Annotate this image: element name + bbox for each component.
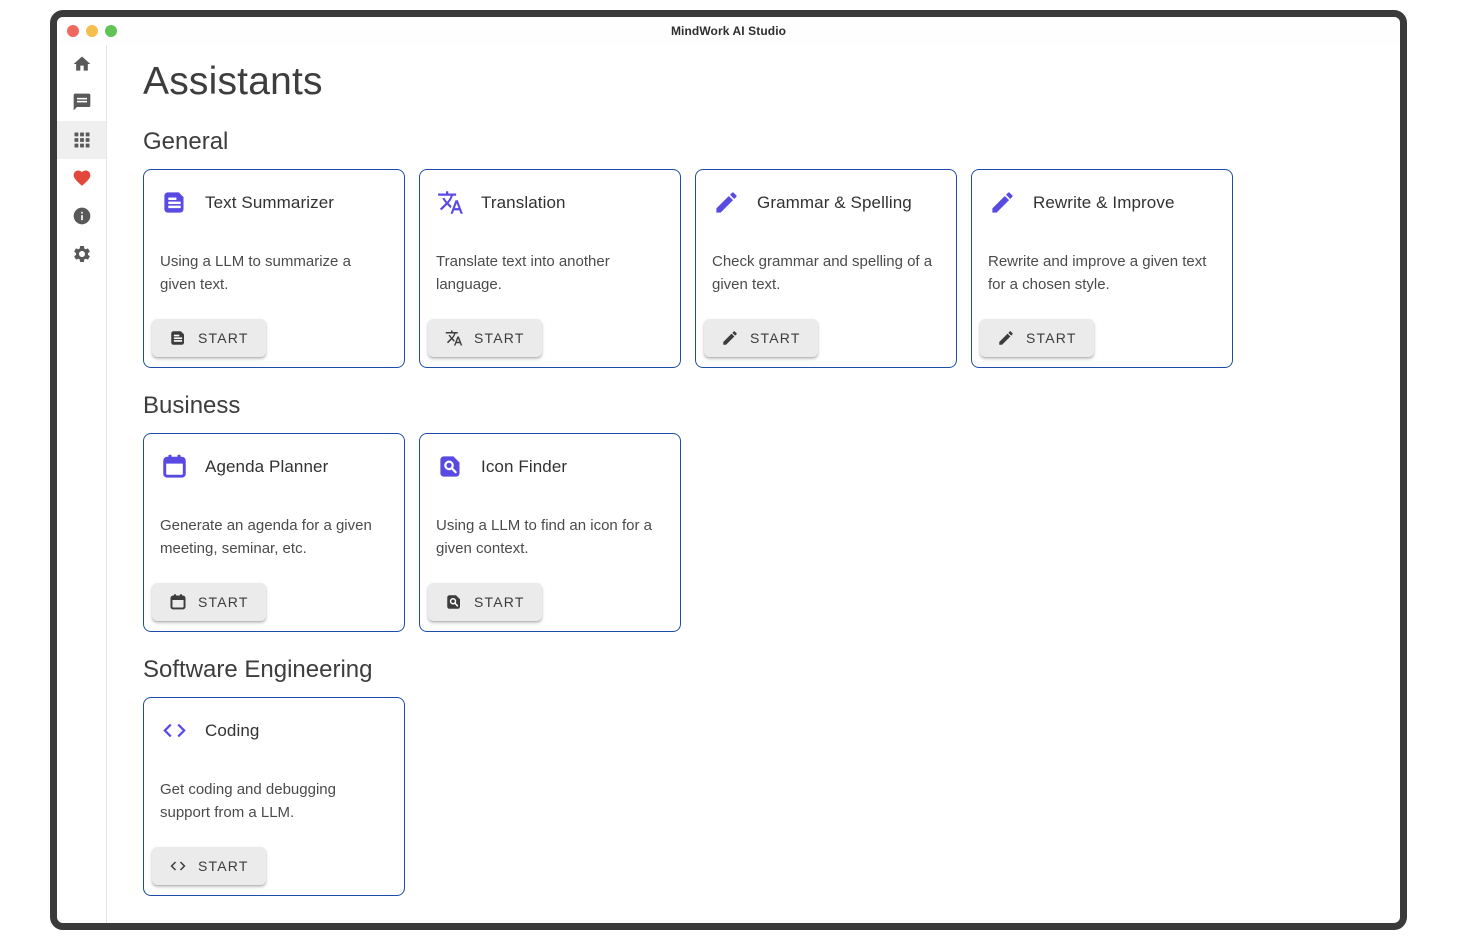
start-button-label: START	[474, 330, 525, 346]
card-description: Using a LLM to find an icon for a given …	[436, 514, 664, 560]
sidebar-item-favorites[interactable]	[57, 159, 106, 197]
assistant-card[interactable]: Agenda Planner Generate an agenda for a …	[143, 433, 405, 632]
info-icon	[72, 206, 92, 226]
card-description: Get coding and debugging support from a …	[160, 778, 388, 824]
sidebar-item-about[interactable]	[57, 197, 106, 235]
window-title: MindWork AI Studio	[57, 24, 1400, 38]
start-button-label: START	[750, 330, 801, 346]
page-title: Assistants	[143, 60, 1400, 104]
traffic-lights	[67, 17, 117, 45]
main-content: Assistants General Text Summarizer Using…	[107, 45, 1400, 923]
assistant-card[interactable]: Grammar & Spelling Check grammar and spe…	[695, 169, 957, 368]
apps-grid-icon	[72, 130, 92, 150]
start-button-label: START	[198, 858, 249, 874]
card-title: Grammar & Spelling	[757, 193, 912, 213]
card-title: Icon Finder	[481, 457, 567, 477]
sidebar-item-settings[interactable]	[57, 235, 106, 273]
card-header: Grammar & Spelling	[713, 189, 942, 216]
card-description: Generate an agenda for a given meeting, …	[160, 514, 388, 560]
start-button[interactable]: START	[428, 319, 542, 357]
card-row: Text Summarizer Using a LLM to summarize…	[143, 169, 1400, 368]
start-button[interactable]: START	[980, 319, 1094, 357]
sidebar	[57, 45, 107, 923]
document-icon	[169, 329, 187, 347]
sidebar-item-chats[interactable]	[57, 83, 106, 121]
card-title: Translation	[481, 193, 566, 213]
heart-icon	[72, 168, 92, 188]
calendar-icon	[169, 593, 187, 611]
assistant-card[interactable]: Text Summarizer Using a LLM to summarize…	[143, 169, 405, 368]
code-icon	[161, 717, 188, 744]
code-icon	[169, 857, 187, 875]
card-row: Agenda Planner Generate an agenda for a …	[143, 433, 1400, 632]
card-title: Coding	[205, 721, 259, 741]
card-row: Coding Get coding and debugging support …	[143, 697, 1400, 896]
card-header: Text Summarizer	[161, 189, 390, 216]
card-description: Check grammar and spelling of a given te…	[712, 250, 940, 296]
pencil-icon	[713, 189, 740, 216]
minimize-window-button[interactable]	[86, 25, 98, 37]
pencil-icon	[997, 329, 1015, 347]
section-heading: Software Engineering	[143, 656, 1400, 684]
home-icon	[72, 54, 92, 74]
start-button-label: START	[474, 594, 525, 610]
card-title: Agenda Planner	[205, 457, 328, 477]
gear-icon	[72, 244, 92, 264]
card-description: Rewrite and improve a given text for a c…	[988, 250, 1216, 296]
chat-icon	[72, 92, 92, 112]
assistant-section: Software Engineering Coding Get coding a…	[143, 656, 1400, 896]
sidebar-item-assistants[interactable]	[57, 121, 106, 159]
start-button-label: START	[1026, 330, 1077, 346]
card-header: Icon Finder	[437, 453, 666, 480]
card-header: Coding	[161, 717, 390, 744]
icon-search-icon	[437, 453, 464, 480]
start-button-label: START	[198, 330, 249, 346]
card-title: Text Summarizer	[205, 193, 334, 213]
section-heading: General	[143, 128, 1400, 156]
section-heading: Business	[143, 392, 1400, 420]
pencil-icon	[721, 329, 739, 347]
titlebar: MindWork AI Studio	[57, 17, 1400, 45]
sidebar-item-home[interactable]	[57, 45, 106, 83]
sections-container: General Text Summarizer Using a LLM to s…	[143, 128, 1400, 896]
assistant-section: Business Agenda Planner Generate an agen…	[143, 392, 1400, 632]
icon-search-icon	[445, 593, 463, 611]
assistant-card[interactable]: Coding Get coding and debugging support …	[143, 697, 405, 896]
assistant-card[interactable]: Translation Translate text into another …	[419, 169, 681, 368]
start-button[interactable]: START	[152, 583, 266, 621]
app-window: MindWork AI Studio Assistants General Te…	[50, 10, 1407, 930]
card-header: Translation	[437, 189, 666, 216]
card-header: Rewrite & Improve	[989, 189, 1218, 216]
start-button[interactable]: START	[152, 319, 266, 357]
start-button[interactable]: START	[152, 847, 266, 885]
window-content: Assistants General Text Summarizer Using…	[57, 45, 1400, 923]
assistant-card[interactable]: Icon Finder Using a LLM to find an icon …	[419, 433, 681, 632]
pencil-icon	[989, 189, 1016, 216]
assistant-card[interactable]: Rewrite & Improve Rewrite and improve a …	[971, 169, 1233, 368]
card-description: Using a LLM to summarize a given text.	[160, 250, 388, 296]
start-button[interactable]: START	[428, 583, 542, 621]
start-button[interactable]: START	[704, 319, 818, 357]
zoom-window-button[interactable]	[105, 25, 117, 37]
card-header: Agenda Planner	[161, 453, 390, 480]
close-window-button[interactable]	[67, 25, 79, 37]
document-icon	[161, 189, 188, 216]
card-description: Translate text into another language.	[436, 250, 664, 296]
assistant-section: General Text Summarizer Using a LLM to s…	[143, 128, 1400, 368]
card-title: Rewrite & Improve	[1033, 193, 1175, 213]
start-button-label: START	[198, 594, 249, 610]
translate-icon	[437, 189, 464, 216]
translate-icon	[445, 329, 463, 347]
calendar-icon	[161, 453, 188, 480]
